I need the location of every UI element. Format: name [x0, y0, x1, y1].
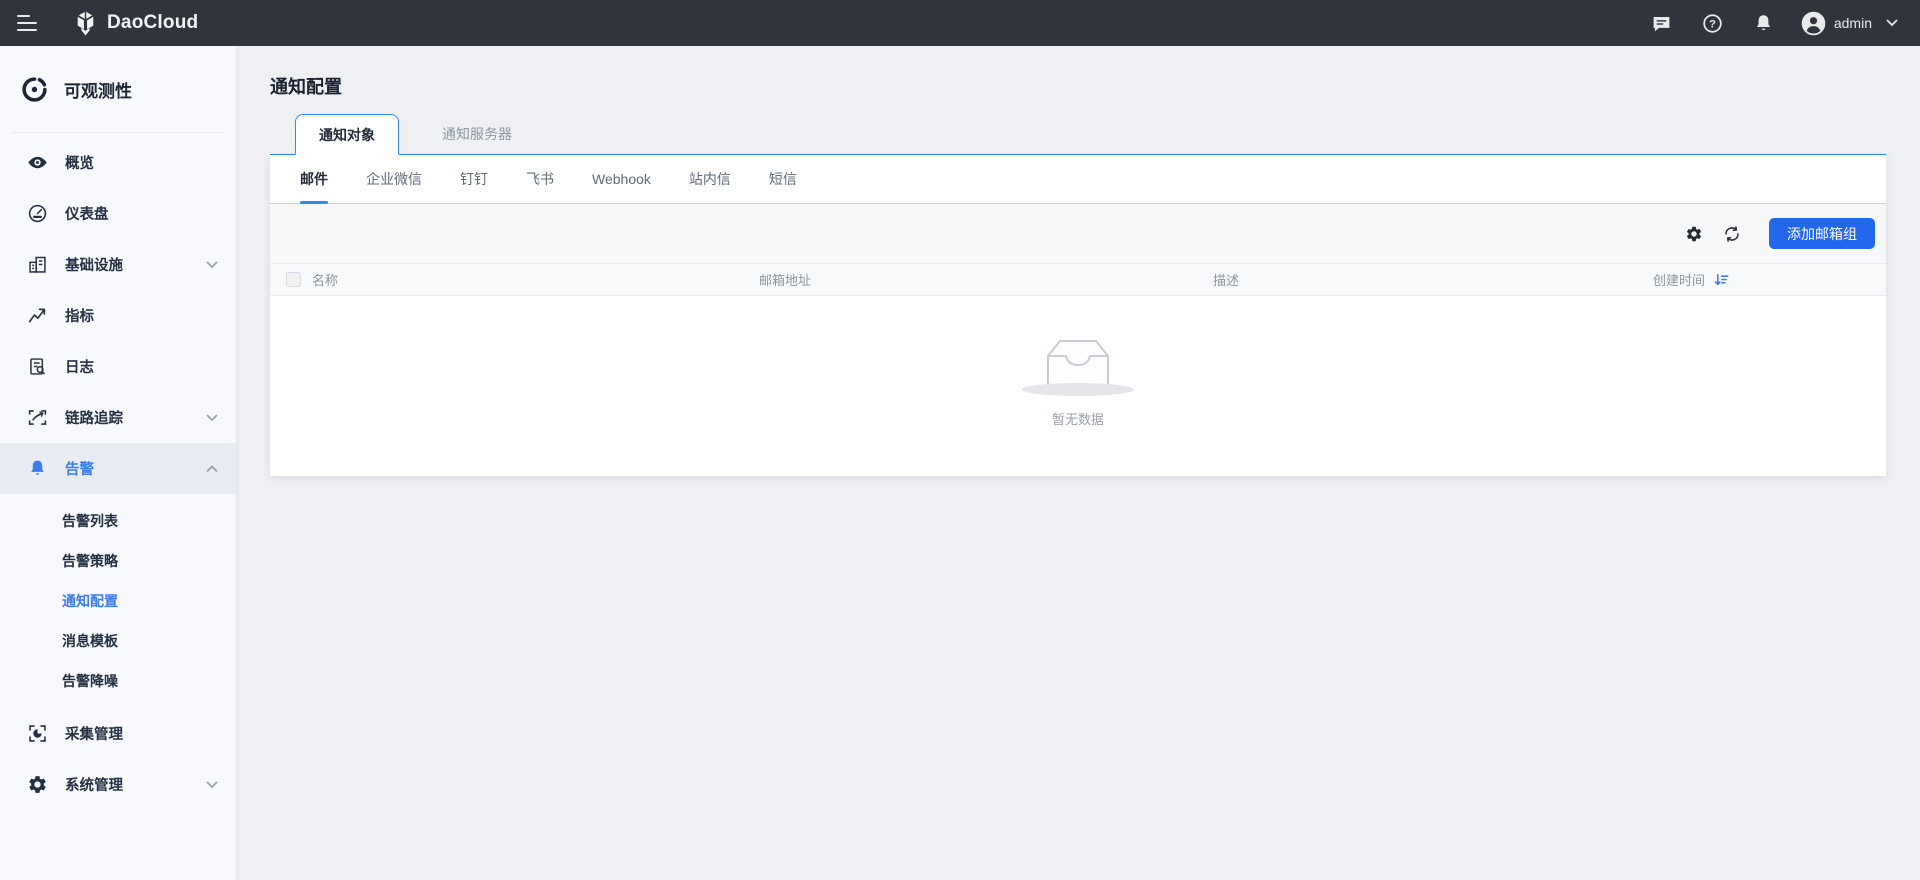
sidebar-item-overview[interactable]: 概览 — [0, 137, 236, 188]
chevron-down-icon — [1886, 19, 1898, 27]
tracing-icon — [27, 407, 48, 428]
chevron-up-icon — [206, 465, 218, 473]
select-all-checkbox[interactable] — [286, 272, 301, 287]
column-email-address: 邮箱地址 — [759, 270, 1213, 289]
tab-notification-targets[interactable]: 通知对象 — [295, 114, 399, 155]
gauge-icon — [27, 203, 48, 224]
bell-icon[interactable] — [1753, 12, 1775, 34]
column-name: 名称 — [312, 270, 759, 289]
daocloud-logo-icon — [72, 10, 99, 37]
column-created-time[interactable]: 创建时间 — [1653, 270, 1886, 289]
chat-icon[interactable] — [1651, 12, 1673, 34]
gear-icon — [27, 774, 48, 795]
empty-text: 暂无数据 — [1052, 409, 1104, 428]
sidebar-item-tracing[interactable]: 链路追踪 — [0, 392, 236, 443]
sidebar-item-alert-noise-reduction[interactable]: 告警降噪 — [0, 661, 236, 701]
table-header: 名称 邮箱地址 描述 创建时间 — [270, 263, 1886, 296]
sidebar-item-dashboards[interactable]: 仪表盘 — [0, 188, 236, 239]
observability-icon — [21, 76, 48, 103]
empty-state: 暂无数据 — [270, 296, 1886, 476]
settings-gear-icon[interactable] — [1682, 222, 1706, 246]
tab-bar: 通知对象 通知服务器 — [270, 114, 1886, 155]
module-header: 可观测性 — [0, 46, 236, 132]
sidebar-item-infrastructure[interactable]: 基础设施 — [0, 239, 236, 290]
subtab-internal-message[interactable]: 站内信 — [689, 155, 731, 203]
buildings-icon — [27, 254, 48, 275]
add-mailbox-group-button[interactable]: 添加邮箱组 — [1769, 218, 1875, 249]
brand-name: DaoCloud — [107, 12, 198, 34]
table-toolbar: 添加邮箱组 — [270, 204, 1886, 263]
content-card: 邮件 企业微信 钉钉 飞书 Webhook 站内信 短信 — [270, 155, 1886, 476]
avatar-icon — [1801, 11, 1826, 36]
subtab-sms[interactable]: 短信 — [769, 155, 797, 203]
subtab-feishu[interactable]: 飞书 — [526, 155, 554, 203]
subtab-wecom[interactable]: 企业微信 — [366, 155, 422, 203]
channel-subtabs: 邮件 企业微信 钉钉 飞书 Webhook 站内信 短信 — [270, 155, 1886, 204]
user-menu[interactable]: admin — [1801, 11, 1898, 36]
brand-logo[interactable]: DaoCloud — [72, 10, 198, 37]
page-title: 通知配置 — [270, 73, 1920, 99]
navbar-right: ? admin — [1622, 11, 1898, 36]
sidebar-item-collection-management[interactable]: 采集管理 — [0, 708, 236, 759]
collector-icon — [27, 723, 48, 744]
sidebar-item-system-management[interactable]: 系统管理 — [0, 759, 236, 810]
top-navbar: DaoCloud ? — [0, 0, 1920, 46]
alert-bell-icon — [27, 458, 48, 479]
sidebar-item-metrics[interactable]: 指标 — [0, 290, 236, 341]
sidebar-item-message-templates[interactable]: 消息模板 — [0, 621, 236, 661]
sidebar-item-alert-list[interactable]: 告警列表 — [0, 501, 236, 541]
navbar-left: DaoCloud — [0, 10, 198, 37]
chevron-down-icon — [206, 261, 218, 269]
sidebar: 可观测性 概览 仪表盘 — [0, 46, 237, 880]
chevron-down-icon — [206, 414, 218, 422]
subtab-email[interactable]: 邮件 — [300, 155, 328, 203]
svg-text:?: ? — [1709, 18, 1716, 30]
alerts-submenu: 告警列表 告警策略 通知配置 消息模板 告警降噪 — [0, 494, 236, 708]
sidebar-item-notification-config[interactable]: 通知配置 — [0, 581, 236, 621]
menu-icon[interactable] — [17, 15, 39, 31]
metrics-icon — [27, 305, 48, 326]
empty-icon-shadow — [1022, 383, 1134, 396]
sort-desc-icon[interactable] — [1714, 272, 1729, 287]
subtab-webhook[interactable]: Webhook — [592, 155, 651, 203]
logs-icon — [27, 356, 48, 377]
select-all-cell — [286, 272, 312, 287]
help-icon[interactable]: ? — [1702, 12, 1724, 34]
user-name: admin — [1834, 15, 1872, 31]
eye-icon — [27, 152, 48, 173]
tab-notification-servers[interactable]: 通知服务器 — [438, 114, 516, 154]
chevron-down-icon — [206, 781, 218, 789]
main-content: 通知配置 通知对象 通知服务器 邮件 企业微信 钉钉 飞书 Webhook 站内… — [237, 46, 1920, 880]
subtab-dingtalk[interactable]: 钉钉 — [460, 155, 488, 203]
sidebar-item-alert-policies[interactable]: 告警策略 — [0, 541, 236, 581]
sidebar-item-logs[interactable]: 日志 — [0, 341, 236, 392]
sidebar-nav: 概览 仪表盘 基础设施 — [0, 133, 236, 810]
sidebar-item-alerts[interactable]: 告警 — [0, 443, 236, 494]
refresh-icon[interactable] — [1720, 222, 1744, 246]
column-description: 描述 — [1213, 270, 1653, 289]
module-title: 可观测性 — [64, 77, 132, 102]
